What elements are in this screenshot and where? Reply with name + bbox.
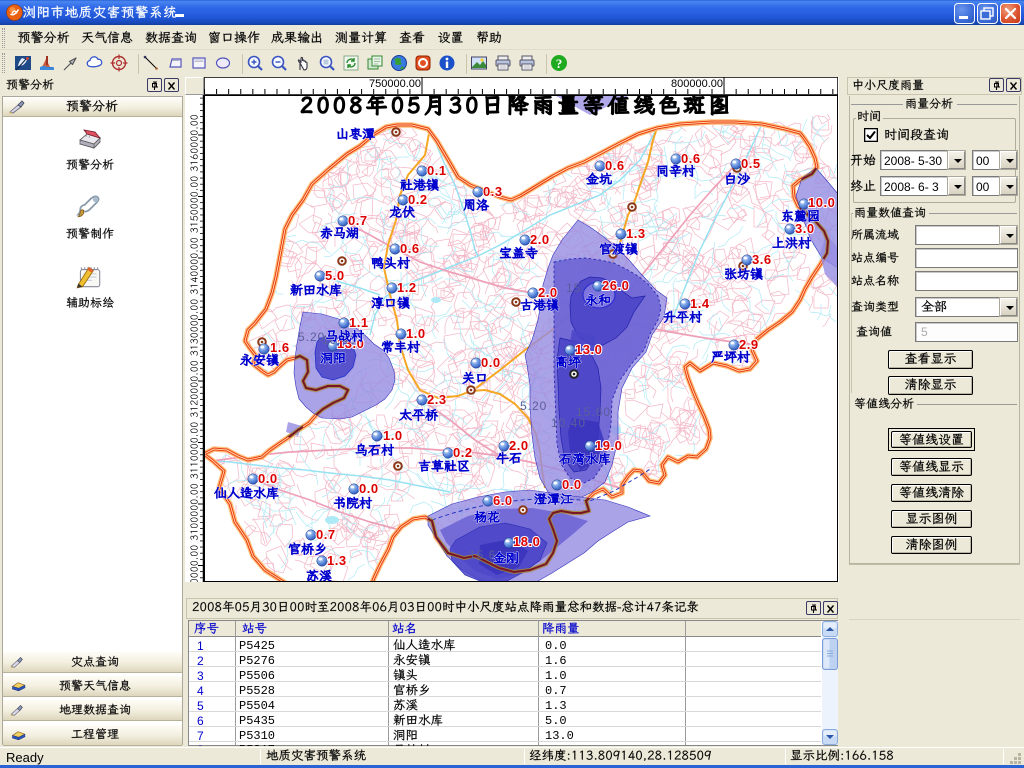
svg-text:0.7: 0.7 bbox=[348, 213, 368, 228]
svg-text:0.0: 0.0 bbox=[359, 481, 379, 496]
svg-text:5.0: 5.0 bbox=[325, 268, 345, 283]
svg-text:0.5: 0.5 bbox=[741, 156, 761, 171]
svg-text:10.0: 10.0 bbox=[808, 195, 835, 210]
svg-text:0.2: 0.2 bbox=[453, 445, 473, 460]
svg-text:1.3: 1.3 bbox=[327, 553, 347, 568]
svg-text:2.3: 2.3 bbox=[427, 392, 447, 407]
svg-text:19.0: 19.0 bbox=[595, 438, 622, 453]
svg-text:18.0: 18.0 bbox=[513, 534, 540, 549]
svg-text:?: ? bbox=[556, 56, 563, 71]
svg-text:0.0: 0.0 bbox=[258, 471, 278, 486]
svg-text:1.6: 1.6 bbox=[270, 340, 290, 355]
svg-text:5.20: 5.20 bbox=[520, 399, 547, 413]
svg-text:0.7: 0.7 bbox=[316, 527, 336, 542]
svg-text:0.0: 0.0 bbox=[562, 477, 582, 492]
svg-text:26.0: 26.0 bbox=[602, 278, 629, 293]
svg-text:1.2: 1.2 bbox=[397, 280, 417, 295]
svg-text:1.0: 1.0 bbox=[406, 326, 426, 341]
svg-text:2.0: 2.0 bbox=[509, 438, 529, 453]
svg-text:0.6: 0.6 bbox=[605, 158, 625, 173]
svg-text:15.6: 15.6 bbox=[469, 548, 496, 562]
svg-text:1.0: 1.0 bbox=[383, 428, 403, 443]
svg-text:10.40: 10.40 bbox=[551, 416, 586, 430]
svg-text:13.0: 13.0 bbox=[575, 342, 602, 357]
svg-text:2.0: 2.0 bbox=[530, 232, 550, 247]
svg-text:1.4: 1.4 bbox=[690, 296, 710, 311]
svg-text:800000.00: 800000.00 bbox=[671, 78, 723, 90]
svg-text:0.3: 0.3 bbox=[483, 184, 503, 199]
svg-text:3.0: 3.0 bbox=[795, 221, 815, 236]
svg-text:2.0: 2.0 bbox=[538, 285, 558, 300]
svg-text:0.6: 0.6 bbox=[400, 241, 420, 256]
svg-text:0.2: 0.2 bbox=[408, 192, 428, 207]
svg-text:750000.00: 750000.00 bbox=[369, 78, 421, 90]
svg-text:3.6: 3.6 bbox=[752, 252, 772, 267]
svg-text:15.: 15. bbox=[566, 281, 586, 295]
svg-text:0.1: 0.1 bbox=[427, 163, 447, 178]
svg-text:1.3: 1.3 bbox=[626, 226, 646, 241]
svg-text:0.0: 0.0 bbox=[481, 355, 501, 370]
svg-text:2.9: 2.9 bbox=[739, 337, 759, 352]
svg-text:1.1: 1.1 bbox=[349, 315, 369, 330]
svg-text:6.0: 6.0 bbox=[493, 493, 513, 508]
svg-text:0.6: 0.6 bbox=[681, 151, 701, 166]
